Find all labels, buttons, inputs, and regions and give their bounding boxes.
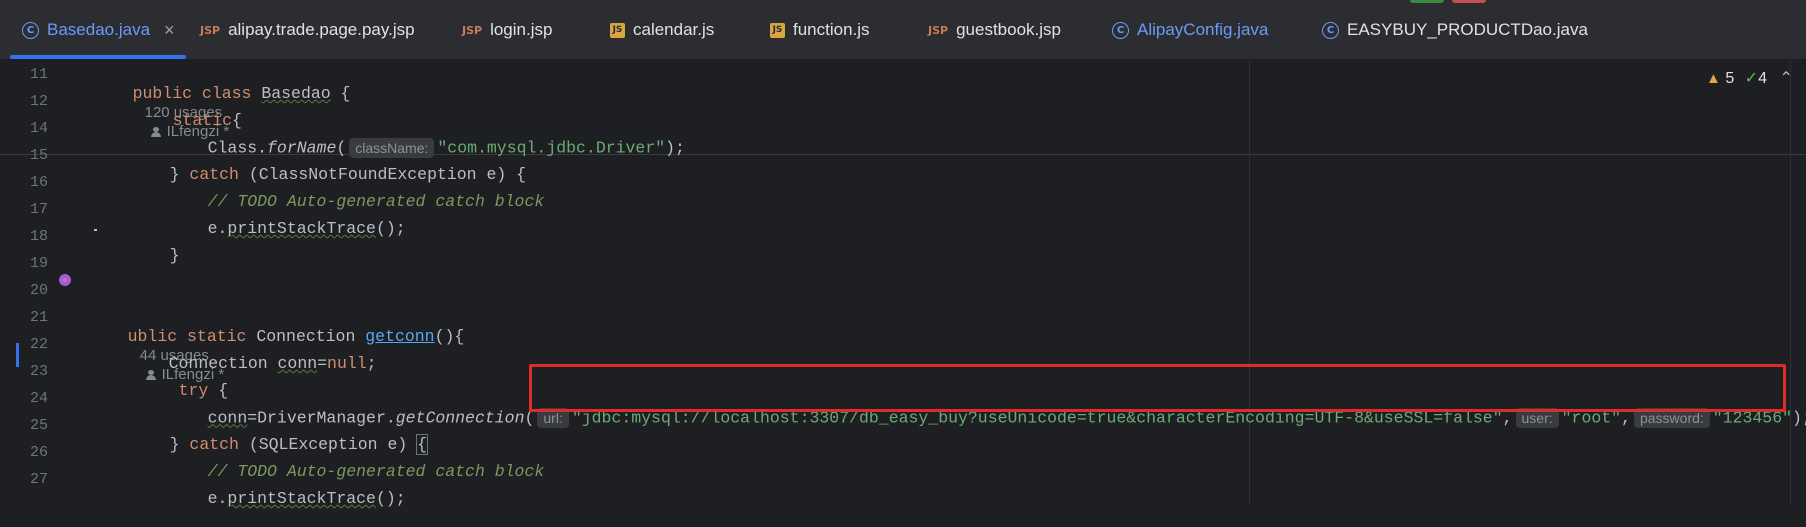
tab-calendar-js[interactable]: JS calendar.js [610, 0, 714, 60]
code-text: (){ [434, 327, 465, 346]
tab-basedao-java[interactable]: C Basedao.java × [22, 0, 175, 60]
code-line-17: e.printStackTrace(); [168, 200, 406, 257]
tab-easybuy-productdao-java[interactable]: C EASYBUY_PRODUCTDao.java [1322, 0, 1588, 60]
chevron-up-icon[interactable]: ⌃ [1779, 70, 1792, 87]
warning-count: 5 [1725, 70, 1735, 87]
tab-label: login.jsp [490, 20, 553, 39]
tab-guestbook-jsp[interactable]: JSP guestbook.jsp [928, 0, 1061, 60]
js-file-icon: JS [770, 22, 785, 38]
tab-function-js[interactable]: JS function.js [770, 0, 870, 60]
tab-label: function.js [793, 20, 870, 39]
tab-label: alipay.trade.page.pay.jsp [228, 20, 415, 39]
line-number: 20 [29, 282, 48, 299]
variable-name: conn [277, 354, 318, 373]
jsp-file-icon: JSP [928, 23, 949, 37]
tab-alipay-trade-page-pay-jsp[interactable]: JSP alipay.trade.page.pay.jsp [200, 0, 415, 60]
vcs-change-marker[interactable] [16, 343, 19, 367]
code-text: } [169, 246, 180, 265]
line-number: 25 [29, 417, 48, 434]
red-annotation-box [529, 364, 1786, 412]
line-number: 16 [29, 174, 48, 191]
line-number: 17 [29, 201, 48, 218]
line-number: 24 [29, 390, 48, 407]
code-text: ); [1792, 408, 1806, 428]
line-number: 27 [29, 471, 48, 488]
method-name: printStackTrace [227, 219, 376, 238]
code-text: (); [375, 219, 406, 238]
keyword: null [327, 354, 367, 373]
check-icon: ✓ [1744, 70, 1759, 87]
code-text: ); [665, 138, 685, 158]
code-text: ; [366, 354, 377, 373]
close-icon[interactable]: × [164, 20, 175, 41]
class-icon: C [1322, 21, 1339, 39]
line-number: 19 [29, 255, 48, 272]
tab-label: Basedao.java [47, 20, 151, 39]
line-number: 23 [29, 363, 48, 380]
warning-icon: ▲ [1706, 70, 1721, 87]
jsp-file-icon: JSP [462, 23, 483, 37]
class-icon: C [1112, 21, 1129, 39]
line-number: 12 [29, 93, 48, 110]
line-number: 11 [29, 66, 48, 83]
tab-label: EASYBUY_PRODUCTDao.java [1347, 20, 1588, 39]
code-text: { [330, 84, 351, 103]
fold-dot [94, 229, 97, 231]
js-file-icon: JS [610, 22, 625, 38]
tab-alipayconfig-java[interactable]: C AlipayConfig.java [1112, 0, 1268, 60]
line-number: 14 [29, 120, 48, 137]
code-text: = [317, 354, 328, 373]
tab-login-jsp[interactable]: JSP login.jsp [462, 0, 552, 60]
code-editor[interactable]: ▲ 5 ✓4 ⌃ 11 12 14 15 16 17 18 19 20 21 2… [0, 60, 1806, 508]
class-icon: C [22, 21, 39, 39]
code-text: e. [207, 219, 228, 238]
tab-label: guestbook.jsp [956, 20, 1061, 39]
tab-label: AlipayConfig.java [1137, 20, 1269, 39]
code-line-18: } [130, 227, 180, 284]
tab-label: calendar.js [633, 20, 715, 39]
class-name[interactable]: Basedao [261, 84, 330, 103]
line-number: 18 [29, 228, 48, 245]
code-text: (); [375, 489, 406, 508]
line-number: 21 [29, 309, 48, 326]
jsp-file-icon: JSP [200, 23, 221, 37]
code-text: e. [207, 489, 228, 508]
line-number: 15 [29, 147, 48, 164]
line-number: 22 [29, 336, 48, 353]
editor-tab-bar: C Basedao.java × JSP alipay.trade.page.p… [0, 0, 1806, 60]
line-number: 26 [29, 444, 48, 461]
code-line-27: e.printStackTrace(); [168, 470, 406, 527]
weak-warning-count: 4 [1758, 70, 1767, 87]
implementation-gutter-icon[interactable] [59, 274, 71, 286]
method-name: printStackTrace [227, 489, 376, 508]
inspection-widget[interactable]: ▲ 5 ✓4 ⌃ [1706, 68, 1793, 88]
